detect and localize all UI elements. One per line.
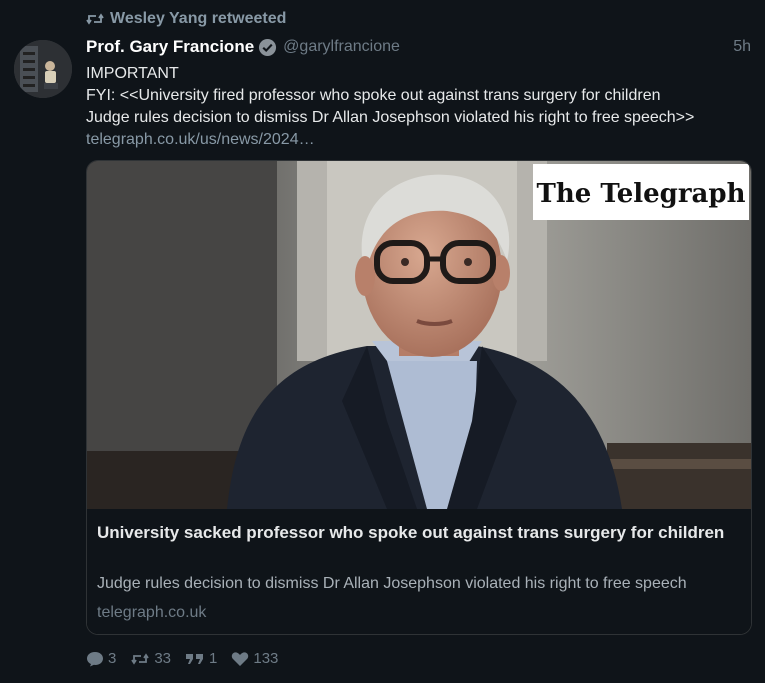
reply-icon <box>86 651 104 667</box>
like-button[interactable]: 133 <box>231 650 278 667</box>
retweet-count: 33 <box>154 650 172 667</box>
tweet-timestamp[interactable]: 5h <box>733 38 751 56</box>
telegraph-logo: The Telegraph <box>537 179 746 209</box>
quote-button[interactable]: 1 <box>185 650 217 667</box>
tweet-header: Prof. Gary Francione @garylfrancione 5h <box>86 36 751 58</box>
card-image: The Telegraph <box>87 161 751 509</box>
avatar[interactable] <box>14 40 72 98</box>
retweet-icon <box>86 12 104 26</box>
tweet-text: IMPORTANT FYI: <<University fired profes… <box>86 63 757 151</box>
reply-button[interactable]: 3 <box>86 650 116 667</box>
like-count: 133 <box>253 650 279 667</box>
author-name[interactable]: Prof. Gary Francione <box>86 37 254 57</box>
card-body: University sacked professor who spoke ou… <box>87 509 751 634</box>
author-handle[interactable]: @garylfrancione <box>283 38 400 56</box>
tweet-line-2: FYI: <<University fired professor who sp… <box>86 87 661 104</box>
reply-count: 3 <box>108 650 117 667</box>
tweet-line-1: IMPORTANT <box>86 65 179 82</box>
quote-count: 1 <box>209 650 218 667</box>
retweet-context[interactable]: Wesley Yang retweeted <box>86 10 286 28</box>
retweet-button[interactable]: 33 <box>130 650 171 667</box>
card-title[interactable]: University sacked professor who spoke ou… <box>97 521 741 545</box>
link-preview-card[interactable]: The Telegraph University sacked professo… <box>86 160 752 635</box>
tweet-line-3: Judge rules decision to dismiss Dr Allan… <box>86 109 695 126</box>
verified-badge-icon <box>258 38 277 57</box>
retweet-action-icon <box>130 652 150 666</box>
card-domain: telegraph.co.uk <box>97 604 207 621</box>
tweet-link[interactable]: telegraph.co.uk/us/news/2024… <box>86 129 757 151</box>
card-description: Judge rules decision to dismiss Dr Allan… <box>97 575 687 592</box>
heart-icon <box>231 651 249 667</box>
quote-icon <box>185 652 205 666</box>
tweet-actions: 3 33 1 133 <box>86 650 292 667</box>
retweet-label: Wesley Yang retweeted <box>110 10 287 27</box>
